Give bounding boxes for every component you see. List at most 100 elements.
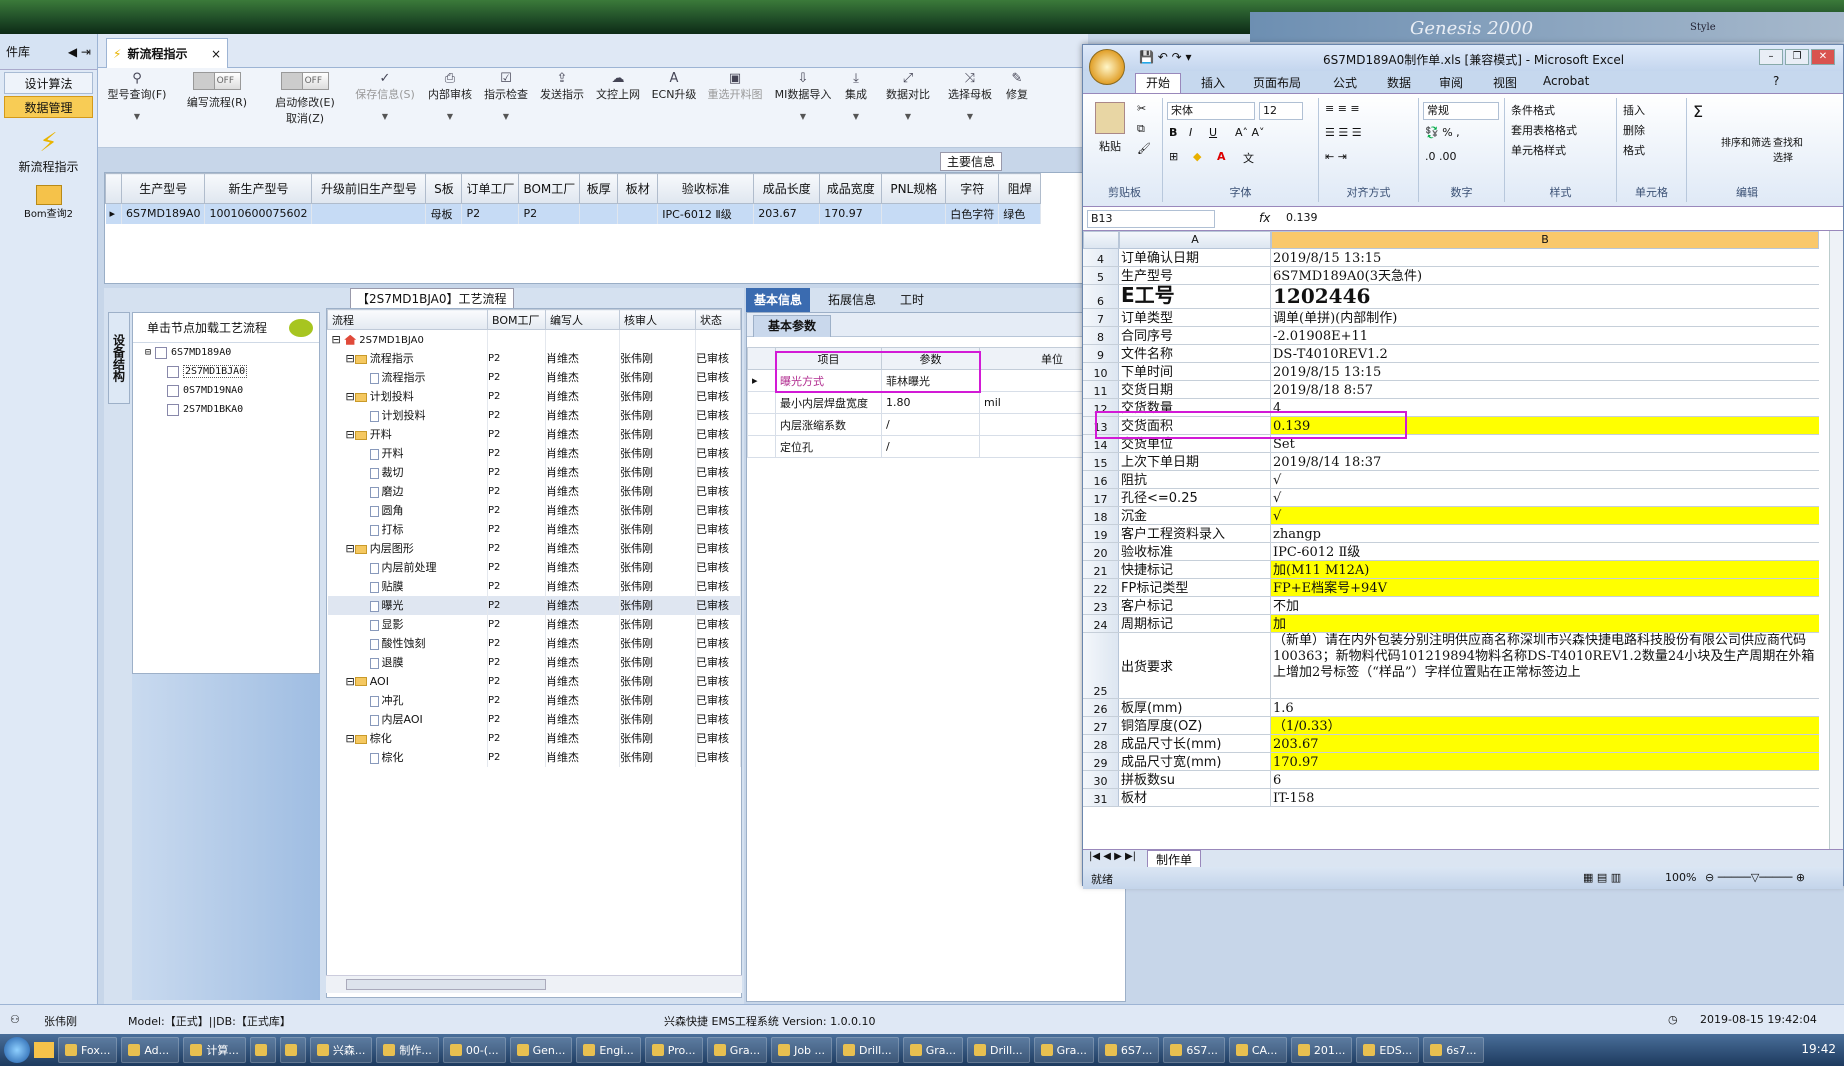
cell-b[interactable]: 2019/8/18 8:57 <box>1271 381 1819 398</box>
writer-cell[interactable]: 肖维杰 <box>545 747 620 767</box>
writer-cell[interactable]: 肖维杰 <box>545 367 620 387</box>
process-name-cell[interactable]: 打标 <box>327 519 488 539</box>
table-row[interactable]: 酸性蚀刻 P2 肖维杰 张伟刚 已审核 <box>327 633 741 653</box>
zoom-level[interactable]: 100% <box>1665 871 1696 884</box>
close-icon[interactable]: × <box>211 47 221 61</box>
reviewer-cell[interactable]: 张伟刚 <box>619 709 696 729</box>
cell-a[interactable]: 拼板数su <box>1119 771 1271 788</box>
table-row[interactable]: 贴膜 P2 肖维杰 张伟刚 已审核 <box>327 576 741 596</box>
format-painter-icon[interactable]: 🖌 <box>1137 142 1151 155</box>
taskbar-item[interactable]: Drill... <box>966 1037 1030 1063</box>
nav-new-flow[interactable]: ⚡ 新流程指示 <box>0 128 97 175</box>
process-name-cell[interactable]: 裁切 <box>327 462 488 482</box>
cancel-label[interactable]: 取消(Z) <box>270 110 340 126</box>
process-name-cell[interactable]: ⊟ AOI <box>327 671 488 691</box>
cell-b[interactable]: √ <box>1271 507 1819 524</box>
cell[interactable]: 10010600075602 <box>204 203 313 224</box>
row-number[interactable]: 31 <box>1083 789 1119 806</box>
cell-b[interactable]: 170.97 <box>1271 753 1819 770</box>
cell[interactable] <box>311 203 427 224</box>
writer-cell[interactable]: 肖维杰 <box>545 595 620 615</box>
table-row[interactable]: 冲孔 P2 肖维杰 张伟刚 已审核 <box>327 690 741 710</box>
tab-layout[interactable]: 页面布局 <box>1253 74 1301 91</box>
status-cell[interactable]: 已审核 <box>695 557 741 577</box>
decimal-icon[interactable]: .0 .00 <box>1425 150 1457 163</box>
align-top-icon[interactable]: ≡ ≡ ≡ <box>1325 102 1360 115</box>
cell-b[interactable]: 1202446 <box>1271 285 1819 308</box>
writer-cell[interactable]: 肖维杰 <box>545 519 620 539</box>
taskbar-item[interactable]: 计算... <box>183 1037 246 1063</box>
node-checkbox[interactable] <box>167 403 179 416</box>
process-name-cell[interactable]: 流程指示 <box>327 367 488 387</box>
row-number[interactable]: 17 <box>1083 489 1119 506</box>
cell-a[interactable]: 板厚(mm) <box>1119 699 1271 716</box>
status-cell[interactable]: 已审核 <box>695 690 741 710</box>
cell[interactable]: / <box>881 435 980 458</box>
mi-import-button[interactable]: ⇩ MI数据导入 ▼ <box>772 72 834 122</box>
chat-bubble-icon[interactable] <box>289 318 313 337</box>
border-icon[interactable]: ⊞ <box>1169 150 1178 163</box>
column-header-b[interactable]: B <box>1271 231 1819 249</box>
ecn-upgrade-button[interactable]: A ECN升级 <box>648 72 700 102</box>
table-row[interactable]: ⊟ 流程指示 P2 肖维杰 张伟刚 已审核 <box>327 348 741 368</box>
col-header[interactable]: 订单工厂 <box>461 173 520 204</box>
cell-a[interactable]: 沉金 <box>1119 507 1271 524</box>
table-row[interactable]: 棕化 P2 肖维杰 张伟刚 已审核 <box>327 747 741 767</box>
send-instruction-button[interactable]: ⇪ 发送指示 <box>536 72 588 102</box>
col-header[interactable]: 阻焊 <box>998 173 1042 204</box>
cell-a[interactable]: 孔径<=0.25 <box>1119 489 1271 506</box>
bom-cell[interactable]: P2 <box>487 728 546 748</box>
process-name-cell[interactable]: ⊟ 流程指示 <box>327 348 488 368</box>
insert-button[interactable]: 插入 <box>1623 102 1645 118</box>
taskbar-item[interactable]: 201... <box>1290 1037 1353 1063</box>
tree-node-child[interactable]: 2S7MD1BKA0 <box>133 400 319 419</box>
cell[interactable]: 最小内层焊盘宽度 <box>775 391 882 414</box>
process-name-cell[interactable]: 磨边 <box>327 481 488 501</box>
tab-work-hours[interactable]: 工时 <box>892 288 932 312</box>
cell[interactable] <box>881 203 947 224</box>
conditional-format-button[interactable]: 条件格式 <box>1511 102 1555 118</box>
cell-a[interactable]: 客户工程资料录入 <box>1119 525 1271 542</box>
table-row[interactable]: 内层前处理 P2 肖维杰 张伟刚 已审核 <box>327 557 741 577</box>
zoom-slider[interactable]: ⊖ ─────▽───── ⊕ <box>1705 871 1805 884</box>
status-cell[interactable]: 已审核 <box>695 367 741 387</box>
cell[interactable] <box>617 203 659 224</box>
collapse-icon[interactable]: ⊟ <box>346 675 355 688</box>
bom-cell[interactable]: P2 <box>487 481 546 501</box>
cell-b[interactable]: 6S7MD189A0(3天急件) <box>1271 267 1819 284</box>
bom-cell[interactable]: P2 <box>487 443 546 463</box>
table-row[interactable]: 内层涨缩系数 / <box>747 413 1125 436</box>
cell[interactable]: IPC-6012 Ⅱ级 <box>657 203 755 224</box>
reviewer-cell[interactable]: 张伟刚 <box>619 652 696 672</box>
model-query-button[interactable]: ⚲ 型号查询(F) ▼ <box>104 72 170 122</box>
status-cell[interactable]: 已审核 <box>695 538 741 558</box>
repair-button[interactable]: ✎ 修复 <box>1002 72 1032 102</box>
col-header[interactable]: 编写人 <box>545 309 620 330</box>
table-row[interactable]: 圆角 P2 肖维杰 张伟刚 已审核 <box>327 500 741 520</box>
collapse-icon[interactable]: ⊟ <box>346 428 355 441</box>
cell-b[interactable]: （1/0.33） <box>1271 717 1819 734</box>
status-cell[interactable]: 已审核 <box>695 405 741 425</box>
internal-review-button[interactable]: ⎙ 内部审核 ▼ <box>424 72 476 122</box>
bom-cell[interactable]: P2 <box>487 576 546 596</box>
phonetic-icon[interactable]: 文 <box>1243 150 1254 166</box>
start-icon[interactable] <box>4 1037 30 1063</box>
cell-b[interactable]: （新单）请在内外包装分别注明供应商名称深圳市兴森快捷电路科技股份有限公司供应商代… <box>1271 633 1819 698</box>
writer-cell[interactable]: 肖维杰 <box>545 481 620 501</box>
reviewer-cell[interactable]: 张伟刚 <box>619 348 696 368</box>
bom-cell[interactable]: P2 <box>487 709 546 729</box>
table-row[interactable]: 曝光 P2 肖维杰 张伟刚 已审核 <box>327 595 741 615</box>
reviewer-cell[interactable]: 张伟刚 <box>619 367 696 387</box>
reviewer-cell[interactable]: 张伟刚 <box>619 500 696 520</box>
status-cell[interactable]: 已审核 <box>695 633 741 653</box>
cell-a[interactable]: FP标记类型 <box>1119 579 1271 596</box>
bom-cell[interactable]: P2 <box>487 614 546 634</box>
table-row[interactable]: 最小内层焊盘宽度 1.80 mil <box>747 391 1125 414</box>
cell[interactable]: 绿色 <box>998 203 1042 224</box>
row-number[interactable]: 19 <box>1083 525 1119 542</box>
bom-cell[interactable]: P2 <box>487 405 546 425</box>
tab-new-flow[interactable]: ⚡ 新流程指示 × <box>106 38 228 68</box>
row-number[interactable]: 6 <box>1083 285 1119 308</box>
vtab-equipment-structure[interactable]: 设备结构 <box>108 312 130 404</box>
font-color-icon[interactable]: A <box>1217 150 1226 163</box>
